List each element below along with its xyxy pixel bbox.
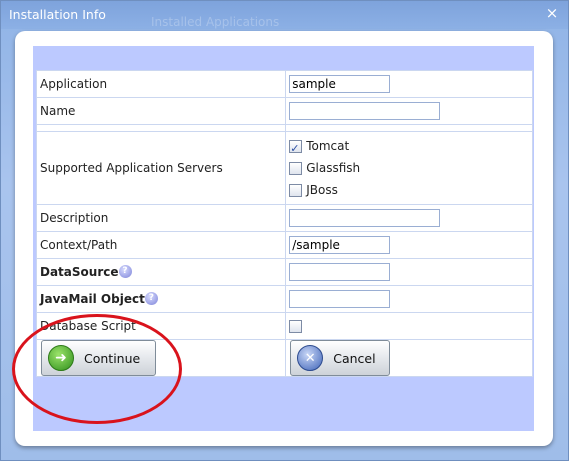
description-label: Description	[35, 204, 287, 232]
description-input[interactable]	[289, 209, 441, 227]
application-input[interactable]	[289, 75, 391, 93]
row-servers: Supported Application Servers Tomcat Gla…	[35, 131, 533, 205]
server-option-glassfish[interactable]: Glassfish	[289, 157, 529, 179]
datasource-help-icon[interactable]: ?	[118, 265, 132, 278]
installation-form: Application Name Supported Application S…	[35, 70, 533, 377]
arrow-right-icon: ➜	[48, 345, 74, 371]
javamail-help-icon[interactable]: ?	[144, 292, 158, 305]
row-database-script: Database Script	[35, 312, 533, 340]
servers-label: Supported Application Servers	[35, 131, 287, 205]
installation-info-dialog: Installation Info Installed Applications…	[0, 0, 569, 461]
application-label: Application	[35, 70, 287, 98]
glassfish-label: Glassfish	[306, 161, 361, 175]
cancel-label: Cancel	[333, 350, 376, 366]
continue-button[interactable]: ➜ Continue	[41, 340, 156, 376]
context-path-input[interactable]	[289, 236, 391, 254]
cancel-x-icon: ✕	[297, 345, 324, 371]
row-description: Description	[35, 204, 533, 232]
javamail-label: JavaMail Object	[40, 292, 145, 306]
button-row: ➜ Continue ✕ Cancel	[35, 339, 533, 377]
row-context-path: Context/Path	[35, 231, 533, 259]
row-application: Application	[35, 70, 533, 98]
database-script-label: Database Script	[35, 312, 287, 340]
name-input[interactable]	[289, 102, 441, 120]
datasource-input[interactable]	[289, 263, 391, 281]
javamail-input[interactable]	[289, 290, 391, 308]
server-option-jboss[interactable]: JBoss	[289, 179, 529, 201]
tomcat-label: Tomcat	[306, 139, 350, 153]
jboss-checkbox[interactable]	[289, 184, 303, 197]
context-path-label: Context/Path	[35, 231, 287, 259]
spacer-row	[35, 124, 533, 132]
dialog-content: Application Name Supported Application S…	[15, 31, 553, 446]
form-panel: Application Name Supported Application S…	[33, 46, 534, 431]
row-name: Name	[35, 97, 533, 125]
name-label: Name	[35, 97, 287, 125]
row-datasource: DataSource?	[35, 258, 533, 286]
continue-label: Continue	[84, 350, 141, 366]
title-bar: Installation Info Installed Applications…	[1, 1, 568, 29]
close-icon[interactable]: ×	[545, 6, 559, 21]
row-javamail: JavaMail Object?	[35, 285, 533, 313]
server-option-tomcat[interactable]: Tomcat	[289, 135, 529, 160]
tomcat-checkbox[interactable]	[289, 138, 303, 160]
window-title: Installation Info	[9, 7, 106, 22]
database-script-checkbox[interactable]	[289, 320, 303, 333]
glassfish-checkbox[interactable]	[289, 162, 303, 175]
datasource-label: DataSource	[40, 265, 119, 279]
jboss-label: JBoss	[306, 183, 338, 197]
cancel-button[interactable]: ✕ Cancel	[290, 340, 391, 376]
